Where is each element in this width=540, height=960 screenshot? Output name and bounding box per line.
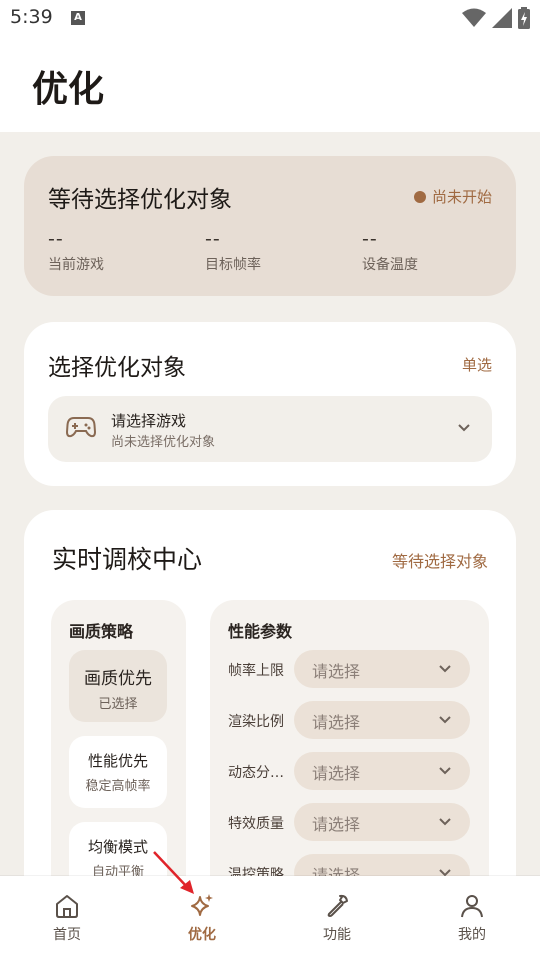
stat-label: 目标帧率 [205, 257, 261, 273]
tuning-card-title: 实时调校中心 [52, 545, 203, 574]
chevron-down-icon [439, 665, 451, 673]
option-name: 性能优先 [87, 752, 148, 770]
annotation-arrow-icon [153, 851, 194, 894]
stat-value: -- [205, 228, 221, 250]
param-select-dynamic-resolution[interactable]: 请选择 [294, 752, 470, 790]
nav-item-profile[interactable]: 我的 [432, 892, 512, 944]
stat-current-game: -- 当前游戏 [48, 228, 104, 274]
option-desc: 稳定高帧率 [85, 779, 151, 794]
nav-label: 优化 [188, 927, 216, 943]
nav-label: 功能 [323, 927, 351, 943]
select-card-title: 选择优化对象 [48, 355, 186, 381]
param-select-value: 请选择 [312, 815, 361, 834]
param-select-fps-limit[interactable]: 请选择 [294, 650, 470, 688]
status-icons [462, 7, 530, 29]
bottom-nav: 首页 优化 功能 我的 [0, 876, 540, 960]
stat-device-temp: -- 设备温度 [362, 228, 418, 274]
param-select-value: 请选择 [312, 713, 361, 732]
stat-label: 设备温度 [362, 257, 418, 273]
status-time: 5:39 [10, 6, 53, 28]
strategy-option-quality[interactable]: 画质优先 已选择 [69, 650, 167, 722]
nav-label: 首页 [53, 927, 81, 943]
param-row-dynamic-resolution: 动态分辨… 请选择 [228, 752, 472, 790]
stat-label: 当前游戏 [48, 257, 104, 273]
home-icon [56, 895, 78, 918]
status-card-title: 等待选择优化对象 [48, 187, 232, 213]
signal-icon [492, 8, 512, 28]
param-select-value: 请选择 [312, 662, 361, 681]
select-target-card: 选择优化对象 单选 请选择游戏 尚未选择优化对象 [24, 322, 516, 486]
person-icon [461, 895, 483, 918]
strategy-option-performance[interactable]: 性能优先 稳定高帧率 [69, 736, 167, 808]
param-select-effects-quality[interactable]: 请选择 [294, 803, 470, 841]
tuning-center-card: 实时调校中心 等待选择对象 画质策略 画质优先 已选择 性能优先 稳定高帧率 均… [24, 510, 516, 930]
wifi-icon [462, 8, 486, 27]
chevron-down-icon [439, 818, 451, 826]
notification-icon: A [71, 11, 85, 25]
option-name: 画质优先 [84, 669, 152, 689]
param-select-render-scale[interactable]: 请选择 [294, 701, 470, 739]
nav-item-optimize[interactable]: 优化 [162, 892, 242, 944]
stat-value: -- [48, 228, 64, 250]
param-row-render-scale: 渲染比例 请选择 [228, 701, 472, 739]
app-bar: 优化 [0, 36, 540, 132]
optimization-status-card: 等待选择优化对象 尚未开始 -- 当前游戏 -- 目标帧率 -- 设备温度 [24, 156, 516, 296]
status-badge: 尚未开始 [413, 186, 492, 207]
status-dot-icon [413, 190, 426, 203]
picker-main-text: 请选择游戏 [111, 412, 187, 430]
wrench-icon [327, 894, 348, 917]
chevron-down-icon [439, 716, 451, 724]
param-row-effects-quality: 特效质量 请选择 [228, 803, 472, 841]
option-desc: 已选择 [98, 697, 138, 712]
param-row-fps-limit: 帧率上限 请选择 [228, 650, 472, 688]
nav-label: 我的 [458, 927, 486, 943]
param-label: 特效质量 [228, 816, 284, 832]
params-panel-header: 性能参数 [228, 622, 293, 641]
selection-mode-label[interactable]: 单选 [462, 354, 492, 375]
strategy-panel-header: 画质策略 [69, 622, 134, 641]
tuning-status-label: 等待选择对象 [391, 552, 488, 571]
game-picker-dropdown[interactable]: 请选择游戏 尚未选择优化对象 [48, 396, 492, 462]
param-label: 帧率上限 [228, 663, 284, 679]
status-badge-label: 尚未开始 [431, 188, 492, 206]
nav-item-features[interactable]: 功能 [297, 892, 377, 944]
performance-params-panel: 性能参数 帧率上限 请选择 渲染比例 请选择 动态分辨… 请选择 特效质量 请选… [210, 600, 489, 920]
chevron-down-icon [458, 424, 470, 432]
battery-icon [518, 7, 530, 29]
gamepad-icon [66, 417, 96, 438]
param-label: 渲染比例 [228, 714, 284, 730]
chevron-down-icon [439, 767, 451, 775]
page-title: 优化 [32, 69, 105, 110]
status-bar: 5:39 A [0, 0, 540, 36]
nav-item-home[interactable]: 首页 [27, 892, 107, 944]
stat-value: -- [362, 228, 378, 250]
stat-target-fps: -- 目标帧率 [205, 228, 261, 274]
param-label: 动态分辨… [228, 765, 292, 781]
picker-sub-text: 尚未选择优化对象 [111, 435, 216, 450]
param-select-value: 请选择 [312, 764, 361, 783]
